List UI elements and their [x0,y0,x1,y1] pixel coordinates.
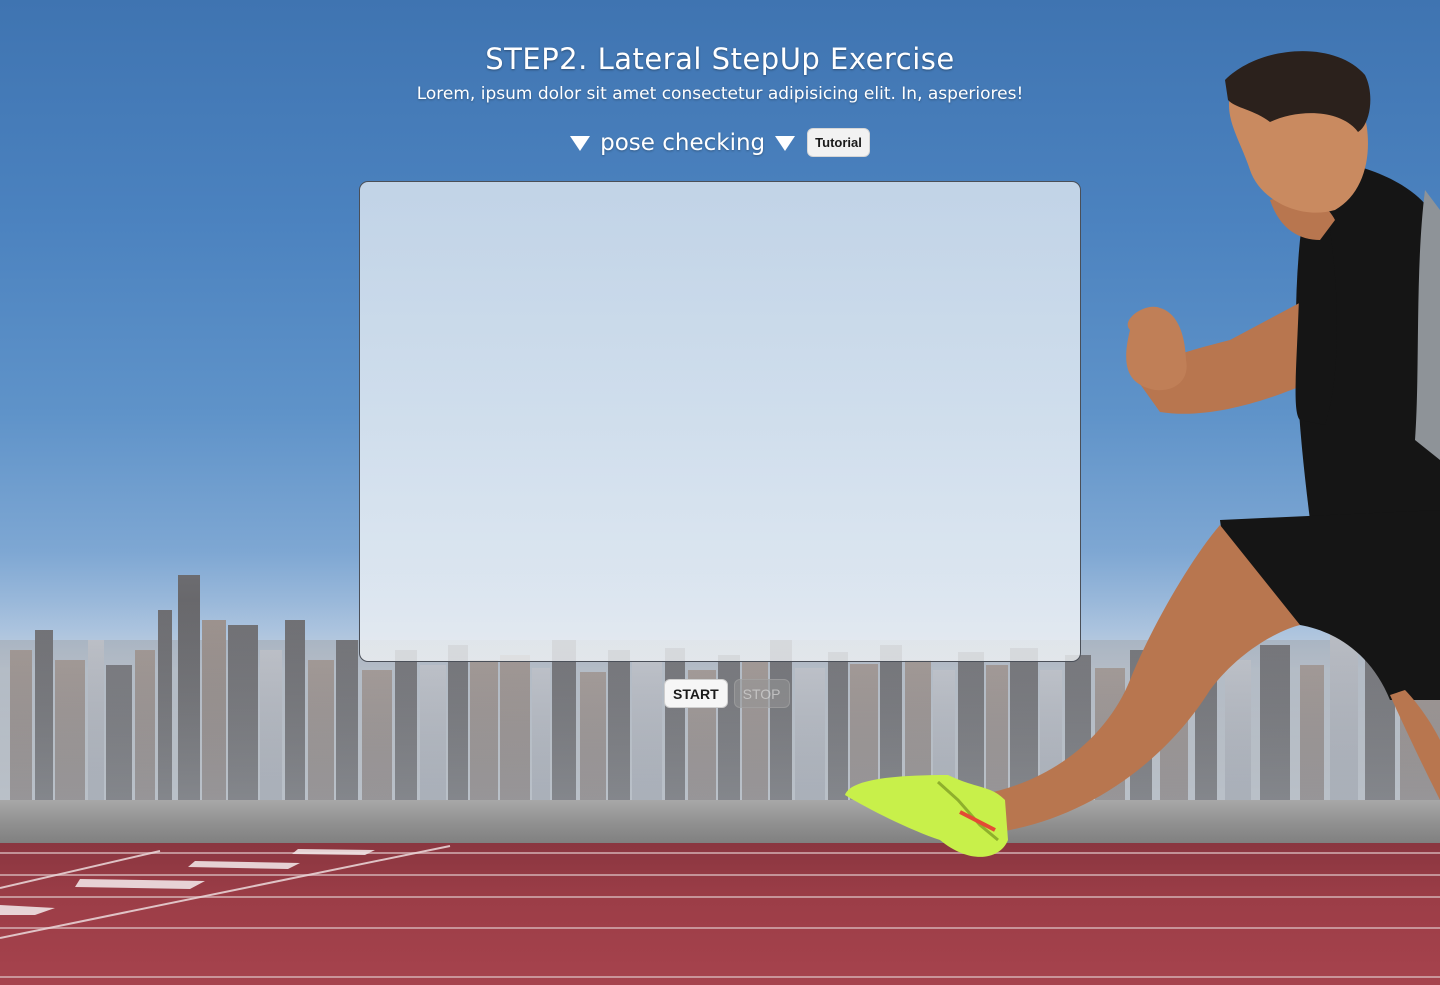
pose-checking-label: pose checking [600,129,766,156]
triangle-down-icon [570,136,591,151]
stop-button[interactable]: STOP [733,679,790,708]
start-button[interactable]: START [664,679,728,708]
page-subtitle: Lorem, ipsum dolor sit amet consectetur … [416,84,1024,104]
page-title: STEP2. Lateral StepUp Exercise [485,42,955,76]
triangle-down-icon [775,136,796,151]
tutorial-button[interactable]: Tutorial [807,128,870,157]
video-panel [359,181,1081,662]
pose-check-row: pose checking Tutorial [0,128,1440,157]
exercise-controls: START STOP [664,679,790,708]
